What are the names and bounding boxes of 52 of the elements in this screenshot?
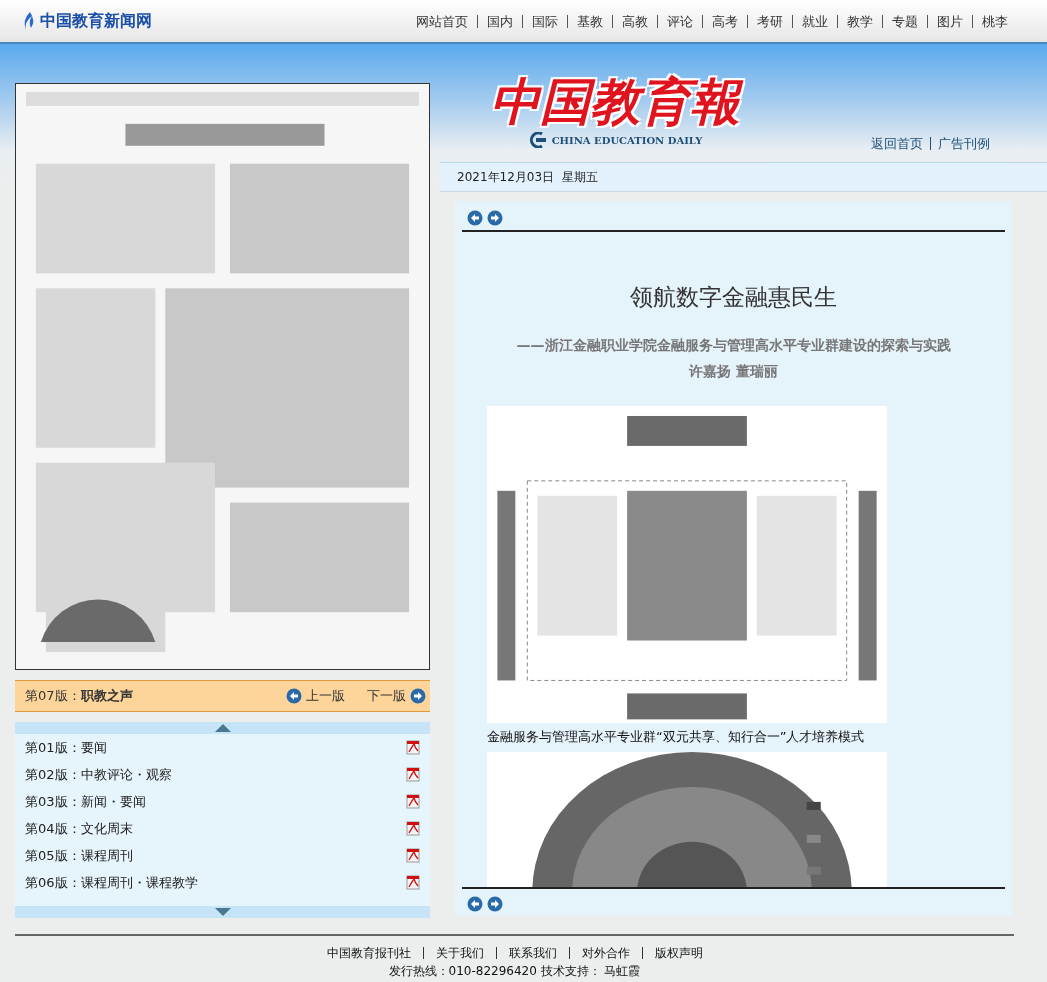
previous-edition-link[interactable]: 上一版 [306,687,345,705]
previous-icon[interactable] [467,209,483,226]
nav-link[interactable]: 国内 [477,14,522,28]
article-title: 领航数字金融惠民生 [629,282,838,312]
pdf-icon[interactable] [406,848,420,863]
scroll-up-icon[interactable] [214,724,231,732]
scroll-down-icon[interactable] [214,908,231,916]
nav-link[interactable]: 网站首页 [407,14,477,28]
nav-link[interactable]: 桃李 [972,14,1017,28]
flame-icon [22,12,36,30]
nav-link[interactable]: 图片 [927,14,972,28]
previous-icon[interactable] [467,896,483,912]
figure-caption: 金融服务与管理高水平专业群“双元共享、知行合一”人才培养模式 [487,728,866,747]
previous-icon[interactable] [286,688,302,704]
edition-link[interactable]: 第01版：要闻 [25,738,107,757]
header-link[interactable]: 返回首页 [864,137,930,150]
pdf-icon[interactable] [406,875,420,890]
next-icon[interactable] [487,896,503,912]
footer-link[interactable]: 版权声明 [641,947,715,959]
nav-link[interactable]: 就业 [792,14,837,28]
footer-link[interactable]: 联系我们 [495,947,569,959]
nav-link[interactable]: 高考 [702,14,747,28]
edition-link[interactable]: 第02版：中教评论・观察 [25,765,172,784]
pdf-icon[interactable] [406,794,420,809]
pdf-icon[interactable] [406,767,420,782]
edition-link[interactable]: 第04版：文化周末 [25,819,133,838]
edition-link[interactable]: 第05版：课程周刊 [25,846,133,865]
logo-subtitle: CHINA EDUCATION DAILY [551,134,703,146]
nav-link[interactable]: 评论 [657,14,702,28]
nav-link[interactable]: 高教 [612,14,657,28]
footer-link[interactable]: 中国教育报刊社 [314,947,423,959]
nav-link[interactable]: 教学 [837,14,882,28]
pdf-icon[interactable] [406,821,420,836]
footer-link[interactable]: 关于我们 [422,947,496,959]
footer-info: 发行热线：010-82296420 技术支持： 马虹霞 [388,963,641,980]
nav-link[interactable]: 考研 [747,14,792,28]
edition-title: 第07版：职教之声 [25,687,134,705]
article-subtitle: ——浙江金融职业学院金融服务与管理高水平专业群建设的探索与实践 [515,336,952,355]
edition-link[interactable]: 第03版：新闻・要闻 [25,792,146,811]
next-icon[interactable] [410,688,426,704]
header-link[interactable]: 广告刊例 [930,137,997,150]
pdf-icon[interactable] [406,740,420,755]
next-icon[interactable] [487,209,503,226]
nav-link[interactable]: 国际 [522,14,567,28]
logo-emblem-icon [527,132,548,148]
footer-link[interactable]: 对外合作 [568,947,642,959]
edition-link[interactable]: 第06版：课程周刊・课程教学 [25,873,198,892]
nav-link[interactable]: 专题 [882,14,927,28]
issue-date: 2021年12月03日 星期五 [457,168,598,186]
article-authors: 许嘉扬 董瑞丽 [687,362,779,381]
next-edition-link[interactable]: 下一版 [367,687,406,705]
nav-link[interactable]: 基教 [567,14,612,28]
